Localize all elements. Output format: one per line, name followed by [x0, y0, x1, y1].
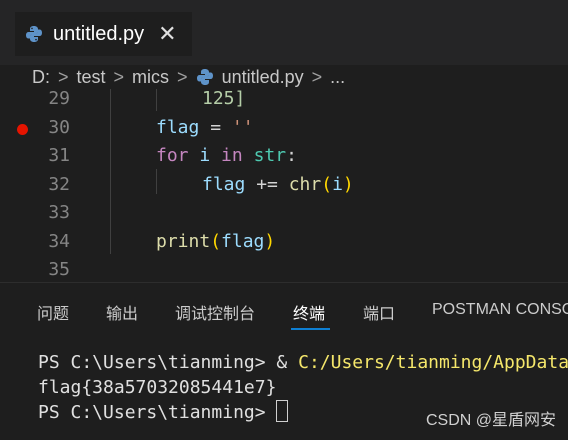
- code-text: flag += chr(i): [202, 173, 354, 195]
- code-line[interactable]: 34 print(flag): [0, 227, 568, 256]
- python-icon: [196, 69, 213, 85]
- chevron-right-icon: >: [113, 66, 125, 87]
- terminal-prompt: PS C:\Users\tianming>: [38, 402, 277, 423]
- terminal-cursor: [276, 400, 289, 422]
- line-number: 33: [48, 202, 70, 223]
- chevron-right-icon: >: [311, 66, 323, 87]
- editor-tab-bar: untitled.py ✕: [0, 0, 568, 65]
- code-line[interactable]: 35: [0, 255, 568, 282]
- code-text: 125]: [202, 89, 246, 109]
- watermark: CSDN @星盾网安: [425, 412, 556, 429]
- line-number: 35: [48, 259, 70, 280]
- code-line[interactable]: 32 flag += chr(i): [0, 170, 568, 199]
- tab-terminal[interactable]: 终端: [293, 300, 325, 324]
- tab-ports[interactable]: 端口: [363, 300, 395, 324]
- breadcrumb-folder-test[interactable]: test: [77, 67, 106, 88]
- editor-tab-untitled[interactable]: untitled.py ✕: [15, 12, 192, 56]
- code-text: flag = '': [156, 116, 254, 138]
- tab-problems[interactable]: 问题: [37, 300, 69, 324]
- line-number: 30: [48, 116, 70, 138]
- close-icon[interactable]: ✕: [158, 23, 176, 45]
- active-tab-indicator: [291, 328, 330, 330]
- breadcrumb-drive[interactable]: D:: [32, 67, 50, 88]
- breadcrumb-folder-mics[interactable]: mics: [132, 67, 169, 88]
- breadcrumb-symbol-more[interactable]: ...: [330, 67, 345, 88]
- terminal-operator: &: [276, 352, 299, 373]
- code-editor[interactable]: 29 125] 30 flag = '' 31 for i in str: 32 flag +…: [0, 89, 568, 282]
- chevron-right-icon: >: [177, 66, 188, 87]
- tab-debug-console[interactable]: 调试控制台: [175, 300, 255, 324]
- line-number: 32: [48, 173, 70, 195]
- terminal-prompt: PS C:\Users\tianming>: [38, 352, 277, 373]
- code-line[interactable]: 29 125]: [0, 89, 568, 113]
- breadcrumb-file[interactable]: untitled.py: [222, 67, 304, 88]
- code-line[interactable]: 30 flag = '': [0, 113, 568, 142]
- python-icon: [26, 26, 42, 42]
- breadcrumb: D: > test > mics > untitled.py > ...: [0, 65, 568, 89]
- code-line[interactable]: 33: [0, 198, 568, 227]
- chevron-right-icon: >: [58, 66, 69, 87]
- terminal-flag-output: flag{38a57032085441e7}: [38, 376, 277, 398]
- tab-postman-console[interactable]: POSTMAN CONSOLE: [432, 301, 568, 319]
- code-line[interactable]: 31 for i in str:: [0, 141, 568, 170]
- code-text: print(flag): [156, 230, 276, 252]
- terminal-command: C:/Users/tianming/AppData: [298, 352, 568, 373]
- tab-title: untitled.py: [53, 22, 145, 45]
- line-number: 31: [48, 145, 70, 166]
- line-number: 29: [48, 89, 70, 109]
- line-number: 34: [48, 230, 70, 252]
- tab-output[interactable]: 输出: [106, 300, 138, 324]
- code-text: for i in str:: [156, 145, 297, 166]
